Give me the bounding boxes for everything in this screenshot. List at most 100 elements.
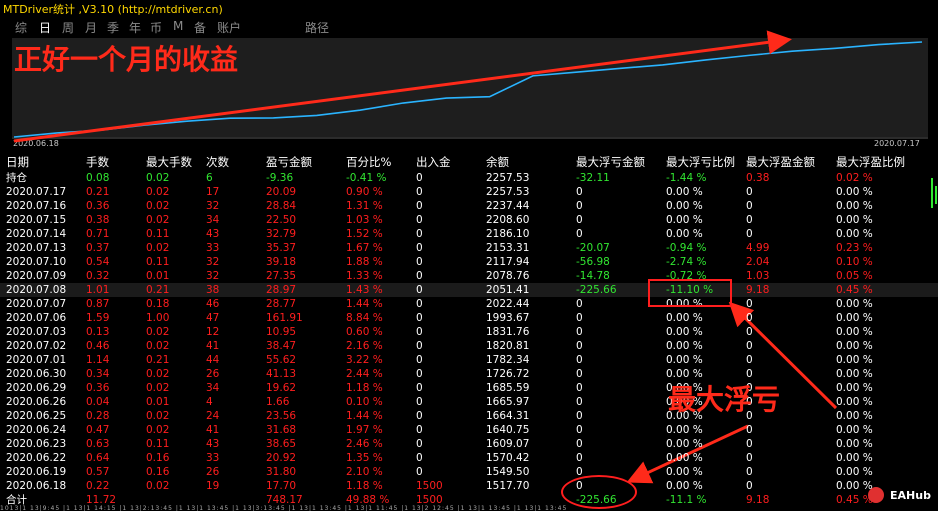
cell-date: 2020.07.10 (6, 256, 67, 268)
table-row[interactable]: 2020.07.09 0.32 0.01 32 27.35 1.33 % 0 2078.76 -… (0, 269, 938, 283)
cell-deposit: 0 (416, 438, 423, 450)
cell-fp-amount: 0 (746, 424, 753, 436)
table-row[interactable]: 2020.07.08 1.01 0.21 38 28.97 1.43 % 0 2051.41 -… (0, 283, 938, 297)
col-pct[interactable]: 百分比% (346, 155, 391, 170)
col-dd-amount[interactable]: 最大浮亏金额 (576, 155, 645, 170)
cell-pnl: 22.50 (266, 214, 297, 226)
col-date[interactable]: 日期 (6, 155, 29, 170)
table-row[interactable]: 2020.07.15 0.38 0.02 34 22.50 1.03 % 0 2208.60 0… (0, 213, 938, 227)
cell-pct: 2.10 % (346, 466, 383, 478)
cell-pct: -0.41 % (346, 172, 387, 184)
cell-pct: 1.97 % (346, 424, 383, 436)
cell-fp-amount: 0 (746, 298, 753, 310)
table-row[interactable]: 2020.07.07 0.87 0.18 46 28.77 1.44 % 0 2022.44 0… (0, 297, 938, 311)
cell-date: 2020.07.17 (6, 186, 67, 198)
cell-dd-pct: 0.00 % (666, 438, 703, 450)
table-row[interactable]: 2020.06.24 0.47 0.02 41 31.68 1.97 % 0 1640.75 0… (0, 423, 938, 437)
cell-balance: 1993.67 (486, 312, 530, 324)
cell-count: 44 (206, 354, 220, 366)
cell-date: 2020.07.16 (6, 200, 67, 212)
cell-deposit: 0 (416, 284, 423, 296)
cell-pct: 1.44 % (346, 410, 383, 422)
cell-max-lots: 0.01 (146, 396, 170, 408)
table-row[interactable]: 2020.06.29 0.36 0.02 34 19.62 1.18 % 0 1685.59 0… (0, 381, 938, 395)
footer-ticks: 1013|1 13|9:45 |1 13|1 14:15 |1 13|2:13:… (0, 505, 568, 511)
table-row[interactable]: 2020.06.25 0.28 0.02 24 23.56 1.44 % 0 1664.31 0… (0, 409, 938, 423)
cell-count: 43 (206, 438, 220, 450)
cell-fp-pct: 0.02 % (836, 172, 873, 184)
cell-fp-pct: 0.00 % (836, 480, 873, 492)
table-row[interactable]: 2020.07.10 0.54 0.11 32 39.18 1.88 % 0 2117.94 -… (0, 255, 938, 269)
col-deposit[interactable]: 出入金 (416, 155, 451, 170)
cell-deposit: 0 (416, 242, 423, 254)
cell-fp-pct: 0.00 % (836, 354, 873, 366)
cell-max-lots: 0.02 (146, 214, 170, 226)
cell-max-lots: 0.11 (146, 228, 170, 240)
cell-dd-pct: -1.44 % (666, 172, 707, 184)
cell-pnl: 31.68 (266, 424, 297, 436)
col-pnl[interactable]: 盈亏金额 (266, 155, 312, 170)
table-row[interactable]: 2020.06.18 0.22 0.02 19 17.70 1.18 % 1500 1517.… (0, 479, 938, 493)
cell-count: 41 (206, 424, 220, 436)
col-max-lots[interactable]: 最大手数 (146, 155, 192, 170)
cell-date: 2020.07.15 (6, 214, 67, 226)
col-balance[interactable]: 余额 (486, 155, 509, 170)
cell-dd-pct: -0.94 % (666, 242, 707, 254)
cell-max-lots: 0.02 (146, 186, 170, 198)
table-row[interactable]: 2020.06.26 0.04 0.01 4 1.66 0.10 % 0 1665.97 0 0.… (0, 395, 938, 409)
table-row[interactable]: 2020.07.17 0.21 0.02 17 20.09 0.90 % 0 2257.53 0… (0, 185, 938, 199)
cell-fp-amount: 0 (746, 186, 753, 198)
cell-dd-pct: 0.00 % (666, 326, 703, 338)
col-lots[interactable]: 手数 (86, 155, 109, 170)
cell-dd-pct: 0.00 % (666, 214, 703, 226)
table-row[interactable]: 2020.06.22 0.64 0.16 33 20.92 1.35 % 0 1570.42 0… (0, 451, 938, 465)
cell-count: 41 (206, 340, 220, 352)
cell-deposit: 0 (416, 256, 423, 268)
cell-fp-pct: 0.00 % (836, 214, 873, 226)
cell-pct: 1.18 % (346, 480, 383, 492)
cell-date: 2020.06.24 (6, 424, 67, 436)
cell-pnl: 20.09 (266, 186, 297, 198)
cell-pnl: -9.36 (266, 172, 294, 184)
cell-date: 2020.06.22 (6, 452, 67, 464)
cell-dd-amount: 0 (576, 214, 583, 226)
cell-dd-pct: 0.00 % (666, 340, 703, 352)
cell-fp-pct: 0.00 % (836, 452, 873, 464)
cell-dd-amount: -56.98 (576, 256, 610, 268)
table-row[interactable]: 2020.07.14 0.71 0.11 43 32.79 1.52 % 0 2186.10 0… (0, 227, 938, 241)
table-row[interactable]: 2020.07.02 0.46 0.02 41 38.47 2.16 % 0 1820.81 0… (0, 339, 938, 353)
table-row[interactable]: 2020.07.06 1.59 1.00 47 161.91 8.84 % 0 1993.67… (0, 311, 938, 325)
cell-balance: 2257.53 (486, 186, 530, 198)
cell-balance: 2153.31 (486, 242, 530, 254)
col-fp-pct[interactable]: 最大浮盈比例 (836, 155, 905, 170)
table-row[interactable]: 持仓 0.08 0.02 6 -9.36 -0.41 % 0 2257.53 -32.11 -1.… (0, 171, 938, 185)
drawdown-highlight-box (648, 279, 732, 307)
table-row[interactable]: 2020.06.19 0.57 0.16 26 31.80 2.10 % 0 1549.50 0… (0, 465, 938, 479)
cell-pnl: 38.65 (266, 438, 297, 450)
cell-max-lots: 1.00 (146, 312, 170, 324)
col-count[interactable]: 次数 (206, 155, 229, 170)
cell-deposit: 0 (416, 396, 423, 408)
cell-dd-amount: 0 (576, 298, 583, 310)
cell-count: 38 (206, 284, 220, 296)
cell-dd-amount: 0 (576, 228, 583, 240)
table-row[interactable]: 2020.07.16 0.36 0.02 32 28.84 1.31 % 0 2237.44 0… (0, 199, 938, 213)
cell-dd-pct: 0.00 % (666, 480, 703, 492)
table-row[interactable]: 2020.07.13 0.37 0.02 33 35.37 1.67 % 0 2153.31 -… (0, 241, 938, 255)
table-row[interactable]: 2020.07.03 0.13 0.02 12 10.95 0.60 % 0 1831.76 0… (0, 325, 938, 339)
cell-dd-pct: 0.00 % (666, 228, 703, 240)
table-row[interactable]: 2020.06.23 0.63 0.11 43 38.65 2.46 % 0 1609.07 0… (0, 437, 938, 451)
col-dd-pct[interactable]: 最大浮亏比例 (666, 155, 735, 170)
cell-dd-amount: 0 (576, 340, 583, 352)
cell-lots: 0.28 (86, 410, 110, 422)
table-row[interactable]: 2020.06.30 0.34 0.02 26 41.13 2.44 % 0 1726.72 0… (0, 367, 938, 381)
cell-deposit: 0 (416, 410, 423, 422)
cell-lots: 0.13 (86, 326, 110, 338)
table-row[interactable]: 2020.07.01 1.14 0.21 44 55.62 3.22 % 0 1782.34 0… (0, 353, 938, 367)
cell-count: 6 (206, 172, 213, 184)
cell-dd-amount: -225.66 (576, 284, 617, 296)
cell-pct: 1.88 % (346, 256, 383, 268)
col-fp-amount[interactable]: 最大浮盈金额 (746, 155, 815, 170)
cell-dd-pct: 0.00 % (666, 200, 703, 212)
cell-balance: 1665.97 (486, 396, 530, 408)
